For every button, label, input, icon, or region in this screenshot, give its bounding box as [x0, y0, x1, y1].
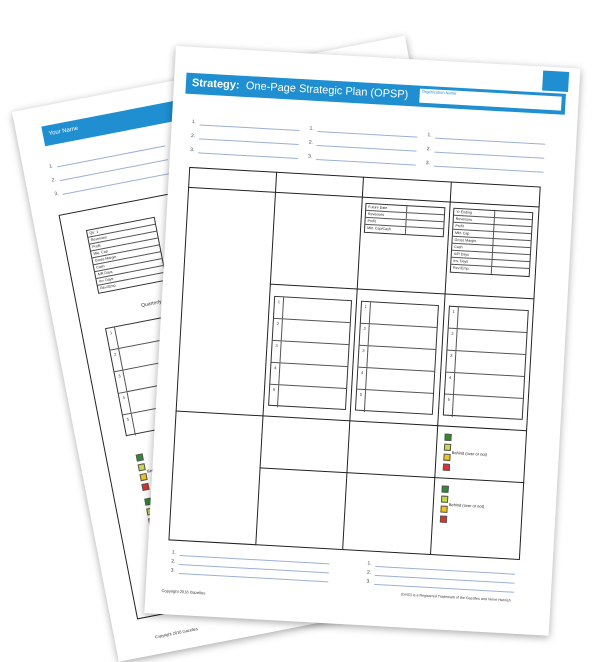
- line-number: 3.: [366, 578, 371, 585]
- back-line-number: 3.: [53, 190, 60, 198]
- front-header: Strategy: One-Page Strategic Plan (OPSP)…: [185, 70, 570, 115]
- text-line[interactable]: [178, 572, 329, 583]
- line-number: 3.: [425, 160, 431, 167]
- line-number: 2.: [171, 558, 176, 565]
- back-metrics-table: Qtr. 1 Revenues Profit Mkt. Cap Gross Ma…: [85, 216, 168, 294]
- legend-lime-swatch: [443, 443, 452, 451]
- back-line-number: 2.: [51, 176, 57, 184]
- list-number: 4: [122, 394, 126, 401]
- legend-green-swatch: [135, 453, 144, 462]
- front-sheet: Strategy: One-Page Strategic Plan (OPSP)…: [144, 46, 581, 636]
- line-number: 3.: [170, 567, 176, 574]
- legend-red-swatch: [442, 463, 451, 471]
- text-line[interactable]: [374, 583, 515, 593]
- line-number: 1.: [367, 560, 372, 567]
- line-number: 1.: [427, 132, 432, 139]
- legend-lime-swatch: [137, 463, 146, 472]
- text-line[interactable]: [179, 554, 330, 565]
- line-number: 2.: [190, 132, 196, 140]
- legend-green-swatch: [444, 433, 452, 441]
- title-rest: One-Page Strategic Plan (OPSP): [245, 79, 409, 102]
- back-line-number: 1.: [48, 163, 54, 170]
- trademark-note: (Gr/IG) is a Registered Trademark of the…: [400, 592, 511, 603]
- list-number: 3: [117, 373, 122, 379]
- line-number: 2.: [308, 139, 314, 146]
- legend-lime-swatch: [440, 495, 449, 503]
- text-line[interactable]: [179, 563, 329, 574]
- back-line: [57, 145, 166, 168]
- legend-yellow-swatch: [440, 505, 448, 513]
- back-copyright: Copyright 2016 Gazelles: [154, 626, 199, 640]
- text-line[interactable]: [198, 152, 298, 159]
- text-line[interactable]: [199, 124, 300, 132]
- priority-list: 1 2 3 4 5: [442, 305, 529, 421]
- text-line[interactable]: [435, 137, 546, 145]
- targets-table: Future Date Revenues Profit Mkt. Cap/Cas…: [363, 202, 446, 238]
- legend-red-swatch: [141, 482, 150, 492]
- text-line[interactable]: [198, 138, 299, 146]
- text-line[interactable]: [375, 565, 516, 575]
- line-number: 1.: [191, 119, 197, 126]
- priority-list: 1 2 3 4 5: [268, 295, 353, 411]
- list-number: 1: [109, 329, 113, 336]
- text-line[interactable]: [433, 165, 544, 173]
- org-label: Organization Name: [421, 88, 457, 96]
- line-number: 1.: [171, 549, 177, 556]
- line-number: 1.: [309, 125, 314, 132]
- list-item[interactable]: 5: [269, 385, 346, 411]
- legend-yellow-swatch: [443, 453, 451, 461]
- list-number: 5: [126, 416, 130, 422]
- line-number: 3.: [307, 153, 313, 160]
- copyright: Copyright 2016 Gazelles: [161, 588, 206, 596]
- list-item[interactable]: 5: [356, 390, 433, 416]
- goals-table: Yr Ending Revenues Profit Mkt. Cap Gross…: [449, 207, 534, 278]
- header-corner-tab: [542, 70, 570, 92]
- text-line[interactable]: [316, 145, 417, 152]
- back-header-title: Your Name: [48, 125, 79, 138]
- line-number: 3.: [190, 146, 195, 154]
- text-line[interactable]: [374, 574, 515, 584]
- text-line[interactable]: [317, 131, 418, 138]
- line-number: 2.: [366, 569, 372, 576]
- list-number: 2: [113, 351, 117, 357]
- legend-green-swatch: [441, 485, 449, 493]
- text-line[interactable]: [315, 158, 416, 166]
- line-number: 2.: [426, 146, 431, 153]
- priority-list: 1 2 3 4 5: [354, 300, 439, 416]
- text-line[interactable]: [434, 151, 545, 159]
- organization-name-field[interactable]: Organization Name: [419, 88, 562, 111]
- legend-red-swatch: [439, 515, 448, 523]
- title-bold: Strategy:: [191, 76, 240, 92]
- legend-yellow-swatch: [139, 472, 148, 482]
- list-item[interactable]: 5: [444, 395, 523, 421]
